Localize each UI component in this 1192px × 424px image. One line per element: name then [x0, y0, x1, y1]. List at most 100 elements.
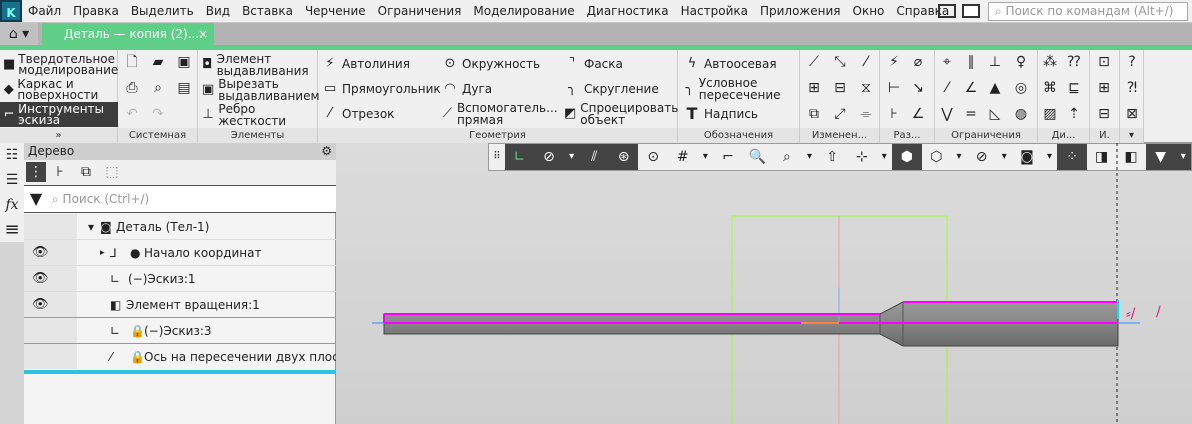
layers-panel-icon[interactable]: ≡ — [2, 220, 22, 240]
save-icon[interactable]: ▣ — [174, 52, 194, 72]
group-edit-label[interactable]: Изменен... — [800, 128, 879, 143]
rib-button[interactable]: ⊥ Ребро жесткости — [202, 103, 302, 127]
menu-drawing[interactable]: Черчение — [299, 4, 372, 18]
triangle-icon[interactable]: ◺ — [985, 104, 1005, 124]
close-tab-icon[interactable]: × — [198, 23, 208, 45]
new-file-icon[interactable]: 🗋 — [122, 52, 142, 72]
menu-select[interactable]: Выделить — [125, 4, 200, 18]
menu-settings[interactable]: Настройка — [675, 4, 754, 18]
circle-button[interactable]: ⊙ Окружность — [442, 56, 541, 72]
project-button[interactable]: ◩ Спроецировать объект — [564, 102, 678, 126]
context-help-icon[interactable]: ⁈ — [1122, 78, 1142, 98]
frame-icon[interactable]: ⊡ — [1094, 52, 1114, 72]
redo-icon[interactable]: ↷ — [148, 104, 168, 124]
mirror-icon[interactable]: ⧖ — [856, 78, 876, 98]
constraint-glyph-icon[interactable]: ∕ — [1156, 304, 1161, 320]
save-as-icon[interactable]: ▤ — [174, 78, 194, 98]
split-icon[interactable]: ⁄ — [856, 52, 876, 72]
mode-surfaces[interactable]: ◆ Каркас и поверхности — [0, 77, 118, 102]
macro-icon[interactable]: ⊞ — [1094, 78, 1114, 98]
menu-file[interactable]: Файл — [22, 4, 67, 18]
group-help-dropdown[interactable]: ▾ — [1120, 128, 1143, 143]
group-diag-label[interactable]: Ди... — [1038, 128, 1089, 143]
group-elements-label[interactable]: Элементы — [198, 128, 317, 143]
menu-window[interactable]: Окно — [847, 4, 891, 18]
model-canvas[interactable]: ⠿ ∟ ⊘ ▾ ⫽ ⊛ ⊙ # ▾ ⌐ 🔍 ⌕ ▾ ⇧ ⊹ ▾ ⬢ ⬡ ▾ ⊘ ▾ ◙ ▾ ⁘… — [336, 143, 1192, 424]
expand-arrow-icon[interactable]: ▸ — [100, 248, 105, 258]
fix-icon[interactable]: ▲ — [985, 78, 1005, 98]
conditional-intersection-button[interactable]: ╮ Условное пересечение — [684, 77, 796, 101]
tree-components-icon[interactable]: ⧉ — [76, 162, 96, 182]
fix-point-icon[interactable]: ⌖ — [937, 52, 957, 72]
angle-dim-icon[interactable]: ∠ — [908, 104, 928, 124]
radius-icon[interactable]: ↘ — [908, 78, 928, 98]
tree-structure-icon[interactable]: ⊦ — [50, 162, 70, 182]
auto-dim-icon[interactable]: ⚡ — [884, 52, 904, 72]
help-icon[interactable]: ? — [1122, 52, 1142, 72]
linear-dim-icon[interactable]: ⊢ — [884, 78, 904, 98]
mode-sketch[interactable]: ⌐ Инструменты эскиза — [0, 102, 118, 127]
extend-icon[interactable]: ⤡ — [830, 52, 850, 72]
eye-icon[interactable]: 👁 — [32, 271, 49, 286]
tangent-icon[interactable]: ♀ — [1011, 52, 1031, 72]
print-icon[interactable]: ⎙ — [122, 78, 142, 98]
library-icon[interactable]: ⊟ — [1094, 104, 1114, 124]
text-button[interactable]: T Надпись — [684, 106, 758, 122]
group-dims-label[interactable]: Раз... — [880, 128, 934, 143]
perpendicular-icon[interactable]: ⊥ — [985, 52, 1005, 72]
rectangle-button[interactable]: ▭ Прямоугольник — [322, 81, 441, 97]
expand-icon[interactable]: » — [0, 128, 117, 143]
gear-icon[interactable]: ⚙ — [321, 143, 332, 160]
tree-order-icon[interactable]: ⋮ — [26, 162, 46, 182]
angle-icon[interactable]: ∠ — [961, 78, 981, 98]
tree-row-sketch3[interactable]: ∟ 🔒 (−)Эскиз:3 — [24, 318, 336, 344]
constraint-glyph-icon[interactable]: ⸗∕ — [1126, 306, 1136, 322]
eye-icon[interactable]: 👁 — [32, 297, 49, 312]
diag-contour-icon[interactable]: ⌘ — [1040, 78, 1060, 98]
diag-points-icon[interactable]: ⁂ — [1040, 52, 1060, 72]
open-folder-icon[interactable]: ▰ — [148, 52, 168, 72]
undo-icon[interactable]: ↶ — [122, 104, 142, 124]
equal-icon[interactable]: = — [961, 104, 981, 124]
move-icon[interactable]: ⊞ — [804, 78, 824, 98]
scale-icon[interactable]: ⤢ — [830, 104, 850, 124]
filter-icon[interactable]: ▼ — [26, 189, 46, 209]
measure-icon[interactable]: ⊠ — [1122, 104, 1142, 124]
chamfer-button[interactable]: ⌝ Фаска — [564, 56, 623, 72]
cut-extrude-button[interactable]: ▣ Вырезать выдавливанием — [202, 78, 320, 102]
on-curve-icon[interactable]: ◍ — [1011, 104, 1031, 124]
rotate-icon[interactable]: ⊟ — [830, 78, 850, 98]
concentric-icon[interactable]: ◎ — [1011, 78, 1031, 98]
menu-view[interactable]: Вид — [200, 4, 236, 18]
auto-axis-button[interactable]: ϟ Автоосевая — [684, 56, 777, 72]
menu-diagnostics[interactable]: Диагностика — [581, 4, 675, 18]
command-search-input[interactable]: ⌕ Поиск по командам (Alt+/) — [988, 2, 1188, 21]
tree-select-icon[interactable]: ⬚ — [102, 162, 122, 182]
segment-button[interactable]: ⁄ Отрезок — [322, 106, 395, 122]
aux-line-button[interactable]: ⟋ Вспомогатель... прямая — [442, 102, 560, 126]
diag-check-icon[interactable]: ⇡ — [1064, 104, 1084, 124]
menu-insert[interactable]: Вставка — [236, 4, 299, 18]
tree-row-axis[interactable]: ⁄ 🔒 Ось на пересечении двух плоскост — [24, 344, 367, 374]
diag-hatch-icon[interactable]: ▨ — [1040, 104, 1060, 124]
menu-constraints[interactable]: Ограничения — [372, 4, 468, 18]
diag-curve-icon[interactable]: ⁇ — [1064, 52, 1084, 72]
tree-panel-icon[interactable]: ☷ — [2, 145, 22, 165]
ordinate-icon[interactable]: ⊦ — [884, 104, 904, 124]
menu-apps[interactable]: Приложения — [754, 4, 847, 18]
menu-edit[interactable]: Правка — [67, 4, 125, 18]
tree-row-sketch1[interactable]: 👁 ∟ (−)Эскиз:1 — [24, 266, 336, 292]
window-settings-icon[interactable] — [962, 4, 980, 18]
mode-solid[interactable]: ■ Твердотельное моделирование — [0, 52, 118, 77]
tab-document[interactable]: Деталь — копия (2).... × — [42, 23, 214, 45]
extrude-button[interactable]: ◘ Элемент выдавливания — [202, 53, 316, 77]
group-geometry-label[interactable]: Геометрия — [318, 128, 677, 143]
menu-modeling[interactable]: Моделирование — [467, 4, 580, 18]
arc-button[interactable]: ◠ Дуга — [442, 81, 492, 97]
preview-icon[interactable]: ⌕ — [148, 78, 168, 98]
autoline-button[interactable]: ⚡ Автолиния — [322, 56, 410, 72]
group-constraints-label[interactable]: Ограничения — [935, 128, 1037, 143]
properties-panel-icon[interactable]: ☰ — [2, 170, 22, 190]
variables-panel-icon[interactable]: fx — [2, 195, 22, 215]
diameter-icon[interactable]: ⌀ — [908, 52, 928, 72]
